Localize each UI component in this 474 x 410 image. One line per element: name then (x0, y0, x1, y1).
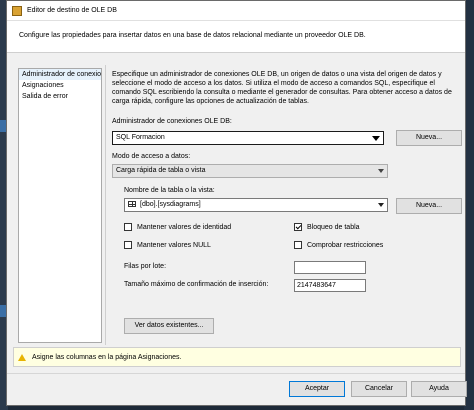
check-constraints-checkbox[interactable]: Comprobar restricciones (294, 241, 383, 249)
chevron-down-icon (378, 169, 384, 173)
table-lock-label: Bloqueo de tabla (307, 223, 360, 231)
max-commit-size-label: Tamaño máximo de confirmación de inserci… (124, 281, 269, 288)
keep-nulls-box[interactable] (124, 241, 132, 249)
header-description: Configure las propiedades para insertar … (19, 32, 366, 39)
access-mode-select[interactable]: Carga rápida de tabla o vista (112, 164, 388, 178)
message-bar: Asigne las columnas en la página Asignac… (13, 347, 461, 367)
title-bar[interactable]: Editor de destino de OLE DB (7, 1, 465, 21)
table-name-select[interactable]: [dbo].[sysdiagrams] (124, 198, 388, 212)
warning-icon (18, 353, 26, 361)
check-constraints-label: Comprobar restricciones (307, 241, 384, 249)
access-mode-value: Carga rápida de tabla o vista (116, 167, 206, 174)
check-constraints-box[interactable] (294, 241, 302, 249)
page-nav-list: Administrador de conexiones Asignaciones… (18, 68, 102, 343)
keep-identity-checkbox[interactable]: Mantener valores de identidad (124, 223, 231, 231)
keep-nulls-checkbox[interactable]: Mantener valores NULL (124, 241, 211, 249)
access-mode-label: Modo de acceso a datos: (112, 153, 191, 160)
connection-manager-select[interactable]: SQL Formacion (112, 131, 384, 145)
connection-manager-value: SQL Formacion (116, 134, 165, 141)
info-text: Especifique un administrador de conexion… (112, 71, 452, 105)
window-title: Editor de destino de OLE DB (27, 7, 117, 14)
keep-nulls-label: Mantener valores NULL (137, 241, 211, 249)
content-panel: Especifique un administrador de conexion… (105, 65, 465, 345)
app-icon (12, 5, 22, 16)
table-icon (128, 201, 136, 207)
table-lock-checkbox[interactable]: Bloqueo de tabla (294, 223, 360, 231)
rows-per-batch-input[interactable] (294, 261, 366, 274)
keep-identity-box[interactable] (124, 223, 132, 231)
nav-item-error-output[interactable]: Salida de error (19, 91, 101, 102)
help-button[interactable]: Ayuda (411, 381, 467, 397)
cancel-button[interactable]: Cancelar (351, 381, 407, 397)
ole-db-destination-dialog: Editor de destino de OLE DB Configure la… (6, 0, 467, 406)
message-text: Asigne las columnas en la página Asignac… (32, 353, 182, 361)
nav-item-mappings[interactable]: Asignaciones (19, 80, 101, 91)
header-band: Configure las propiedades para insertar … (7, 21, 465, 53)
chevron-down-icon (372, 136, 380, 141)
nav-item-connection-manager[interactable]: Administrador de conexiones (19, 69, 101, 80)
footer-separator (7, 373, 465, 374)
keep-identity-label: Mantener valores de identidad (137, 223, 232, 231)
rows-per-batch-label: Filas por lote: (124, 263, 167, 270)
table-lock-box[interactable] (294, 223, 302, 231)
table-name-value: [dbo].[sysdiagrams] (140, 201, 201, 208)
view-existing-data-button[interactable]: Ver datos existentes... (124, 318, 214, 334)
chevron-down-icon (378, 203, 384, 207)
max-commit-size-input[interactable]: 2147483647 (294, 279, 366, 292)
table-name-label: Nombre de la tabla o la vista: (124, 187, 215, 194)
accept-button[interactable]: Aceptar (289, 381, 345, 397)
new-table-button[interactable]: Nueva... (396, 198, 462, 214)
connection-manager-label: Administrador de conexiones OLE DB: (112, 118, 232, 125)
new-connection-button[interactable]: Nueva... (396, 130, 462, 146)
